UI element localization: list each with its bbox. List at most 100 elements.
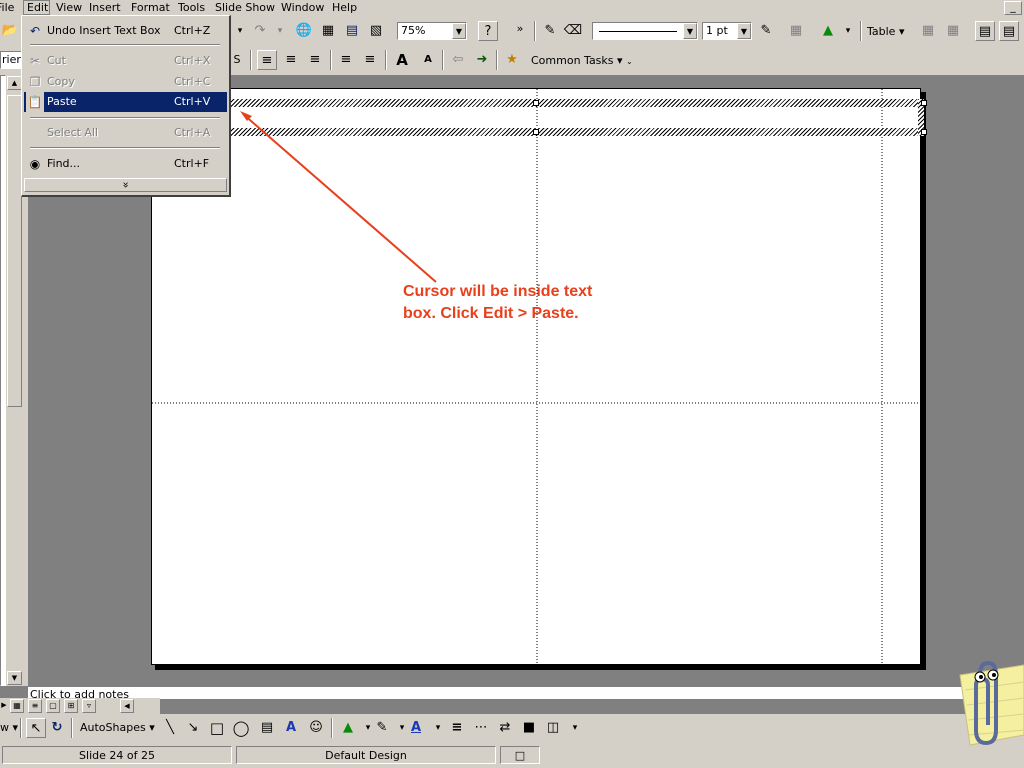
pencil-icon[interactable]: ✎ <box>540 21 560 41</box>
menu-item-cut[interactable]: ✂ Cut Ctrl+X <box>24 51 227 71</box>
merge-cells-icon[interactable]: ▦ <box>918 21 938 41</box>
office-assistant-icon[interactable] <box>940 655 1024 750</box>
decrease-font-icon[interactable]: A <box>418 50 438 70</box>
menu-view[interactable]: View <box>56 1 82 15</box>
undo-icon: ↶ <box>29 24 41 38</box>
select-objects-icon[interactable]: ↖ <box>26 718 46 738</box>
redo-dropdown-icon[interactable]: ▾ <box>270 21 290 41</box>
line-color-icon[interactable]: ✎ <box>372 718 392 738</box>
minimize-button[interactable]: _ <box>1004 1 1022 15</box>
border-color-icon[interactable]: ✎ <box>756 21 776 41</box>
common-tasks-button[interactable]: Common Tasks ▾ ⌄ <box>531 54 633 67</box>
align-top-icon[interactable]: ▤ <box>975 21 995 41</box>
chevron-down-icon[interactable]: ▼ <box>737 23 751 39</box>
open-icon[interactable]: 📂 <box>0 21 20 41</box>
chevron-down-icon[interactable]: ▼ <box>452 23 466 39</box>
outline-pane-edge[interactable] <box>0 75 6 686</box>
menu-file[interactable]: File <box>0 1 14 15</box>
menu-item-undo[interactable]: ↶ Undo Insert Text Box Ctrl+Z <box>24 21 227 41</box>
font-combo[interactable]: rier N <box>0 51 22 69</box>
menu-insert[interactable]: Insert <box>89 1 121 15</box>
notes-pane[interactable]: Click to add notes <box>28 686 973 699</box>
menu-item-paste[interactable]: 📋 Paste Ctrl+V <box>24 92 227 112</box>
zoom-value: 75% <box>401 24 426 37</box>
more-buttons-icon[interactable]: » <box>510 19 530 39</box>
chevron-down-icon[interactable]: ▾ <box>565 718 585 738</box>
tables-borders-icon[interactable]: ▦ <box>318 21 338 41</box>
oval-tool-icon[interactable]: ◯ <box>231 718 251 738</box>
scroll-up-icon[interactable]: ▲ <box>7 76 22 90</box>
align-center-text-icon[interactable]: ≡ <box>281 50 301 70</box>
table-menu-button[interactable]: Table ▾ <box>867 25 904 38</box>
slide-show-icon[interactable]: ▿ <box>82 699 96 713</box>
text-box-border-bottom[interactable] <box>225 128 921 136</box>
line-tool-icon[interactable]: ╲ <box>160 718 180 738</box>
menu-window[interactable]: Window <box>281 1 324 15</box>
align-left-icon[interactable]: ≡ <box>257 50 277 70</box>
scrollbar-thumb[interactable] <box>7 95 22 407</box>
shadow-icon[interactable]: ■ <box>519 718 539 738</box>
resize-handle[interactable] <box>533 100 539 106</box>
undo-dropdown-icon[interactable]: ▾ <box>230 21 250 41</box>
slide-canvas[interactable] <box>151 88 922 666</box>
normal-view-icon[interactable]: ▦ <box>10 699 24 713</box>
scroll-right-icon[interactable]: ▶ <box>0 699 8 713</box>
text-box-border-top[interactable] <box>225 99 921 107</box>
hyperlink-icon[interactable]: 🌐 <box>294 21 314 41</box>
redo-icon[interactable]: ↷ <box>250 21 270 41</box>
numbering-icon[interactable]: ≡ <box>336 50 356 70</box>
menu-item-select-all[interactable]: Select All Ctrl+A <box>24 123 227 143</box>
menu-slide-show[interactable]: Slide Show <box>215 1 275 15</box>
menu-format[interactable]: Format <box>131 1 170 15</box>
arrow-tool-icon[interactable]: ↘ <box>183 718 203 738</box>
increase-font-icon[interactable]: A <box>392 50 412 70</box>
menu-item-label: Cut <box>47 54 66 67</box>
autoshapes-button[interactable]: AutoShapes ▾ <box>80 721 155 734</box>
scroll-left-icon[interactable]: ◀ <box>120 699 134 713</box>
wordart-icon[interactable]: A <box>281 718 301 738</box>
resize-handle[interactable] <box>533 129 539 135</box>
chevron-down-icon[interactable]: ▾ <box>428 718 448 738</box>
insert-chart-icon[interactable]: ▧ <box>366 21 386 41</box>
dash-style-icon[interactable]: ⋯ <box>471 718 491 738</box>
bullets-icon[interactable]: ≡ <box>360 50 380 70</box>
draw-menu-button[interactable]: w ▾ <box>0 721 18 734</box>
clip-art-icon[interactable]: ☺ <box>306 718 326 738</box>
zoom-combo[interactable]: 75% ▼ <box>397 22 467 40</box>
3d-icon[interactable]: ◫ <box>543 718 563 738</box>
chevron-down-icon[interactable]: ▾ <box>838 21 858 41</box>
text-box-tool-icon[interactable]: ▤ <box>257 718 277 738</box>
line-style-combo[interactable]: ▼ <box>592 22 698 40</box>
menu-tools[interactable]: Tools <box>178 1 205 15</box>
chevron-down-icon[interactable]: ▼ <box>683 23 697 39</box>
line-weight-combo[interactable]: 1 pt ▼ <box>702 22 752 40</box>
slide-sorter-icon[interactable]: ⊞ <box>64 699 78 713</box>
menu-help[interactable]: Help <box>332 1 357 15</box>
menu-edit[interactable]: Edit <box>23 0 50 15</box>
fill-color-icon[interactable]: ▲ <box>818 21 838 41</box>
slide-view-icon[interactable]: ▢ <box>46 699 60 713</box>
animation-effects-icon[interactable]: ★ <box>502 50 522 70</box>
eraser-icon[interactable]: ⌫ <box>563 21 583 41</box>
promote-icon[interactable]: ⇦ <box>448 50 468 70</box>
menu-item-copy[interactable]: ❐ Copy Ctrl+C <box>24 72 227 92</box>
split-cells-icon[interactable]: ▦ <box>943 21 963 41</box>
menu-item-find[interactable]: ◉ Find... Ctrl+F <box>24 154 227 174</box>
align-center-icon[interactable]: ▤ <box>999 21 1019 41</box>
fill-color-icon[interactable]: ▲ <box>338 718 358 738</box>
rectangle-tool-icon[interactable]: □ <box>207 718 227 738</box>
outline-view-icon[interactable]: ≡ <box>28 699 42 713</box>
demote-icon[interactable]: ➜ <box>472 50 492 70</box>
menu-expand-button[interactable]: » <box>24 178 227 192</box>
resize-handle[interactable] <box>921 100 927 106</box>
resize-handle[interactable] <box>921 129 927 135</box>
scroll-down-icon[interactable]: ▼ <box>7 671 22 685</box>
arrow-style-icon[interactable]: ⇄ <box>495 718 515 738</box>
borders-icon[interactable]: ▦ <box>786 21 806 41</box>
help-icon[interactable]: ? <box>478 21 498 41</box>
insert-table-icon[interactable]: ▤ <box>342 21 362 41</box>
free-rotate-icon[interactable]: ↻ <box>47 718 67 738</box>
align-right-icon[interactable]: ≡ <box>305 50 325 70</box>
font-color-icon[interactable]: A <box>406 718 426 738</box>
line-style-icon[interactable]: ≡ <box>447 718 467 738</box>
